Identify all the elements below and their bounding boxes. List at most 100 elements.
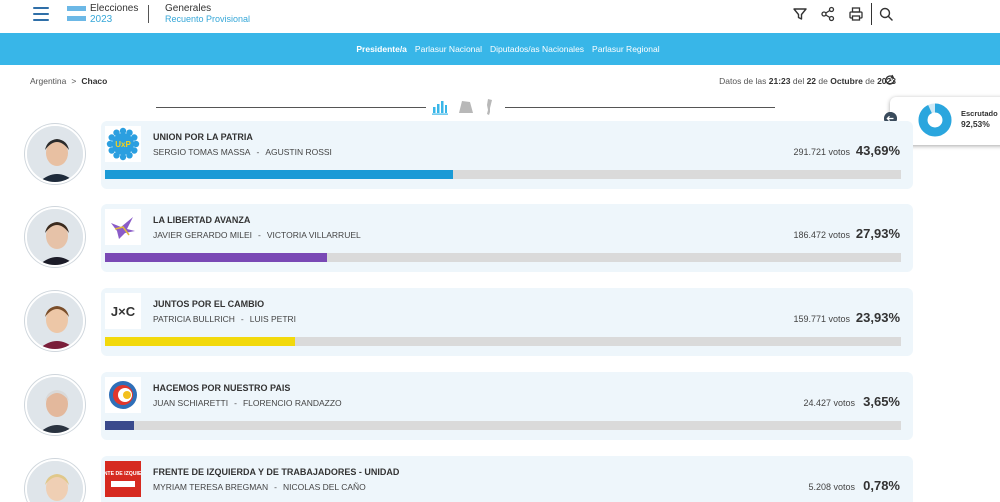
vote-percent: 43,69% [855,143,900,158]
candidate-names: JAVIER GERARDO MILEI - VICTORIA VILLARRUEL [153,230,361,240]
candidate-separator: - [234,398,237,408]
escrutado-donut [918,103,952,137]
progress-fill [105,337,296,346]
toolbar-divider [871,3,872,25]
party-logo [105,209,141,245]
party-name: JUNTOS POR EL CAMBIO [153,299,265,309]
brand[interactable]: Elecciones 2023 [90,4,138,25]
progress-fill [105,170,453,179]
breadcrumb-root[interactable]: Argentina [30,76,66,86]
tab-parlasur-nacional[interactable]: Parlasur Nacional [415,44,482,54]
refresh-icon[interactable] [884,74,896,86]
party-logo [105,377,141,413]
svg-text:FRENTE DE IZQUIERDA: FRENTE DE IZQUIERDA [105,471,141,477]
menu-icon[interactable] [33,7,49,21]
top-bar: Elecciones 2023 Generales Recuento Provi… [0,0,1000,33]
vote-percent: 27,93% [855,226,900,241]
result-card[interactable]: FRENTE DE IZQUIERDA FRENTE DE IZQUIERDA Y… [93,456,913,502]
tab-parlasur-regional[interactable]: Parlasur Regional [592,44,660,54]
candidate-vice: FLORENCIO RANDAZZO [242,398,342,408]
updated-of2: de [865,76,875,86]
divider-right [505,107,775,108]
candidate-photo [25,459,85,502]
candidate-separator: - [240,314,244,324]
candidate-separator: - [274,482,277,492]
party-name: FRENTE DE IZQUIERDA Y DE TRABAJADORES - … [153,467,400,477]
scope-title: Generales [165,3,212,14]
candidate-names: JUAN SCHIARETTI - FLORENCIO RANDAZZO [153,398,342,408]
vote-percent: 23,93% [855,310,900,325]
filter-icon[interactable] [792,6,808,22]
vote-count: 186.472 votos [793,230,850,240]
vote-count: 24.427 votos [803,398,855,408]
candidate-president: SERGIO TOMAS MASSA [153,147,251,157]
candidate-photo [25,207,85,267]
scope-subtitle: Recuento Provisional [165,14,251,24]
share-icon[interactable] [820,6,836,22]
candidate-photo [25,124,85,184]
candidate-president: JUAN SCHIARETTI [153,398,229,408]
progress-fill [105,421,135,430]
result-card[interactable]: HACEMOS POR NUESTRO PAIS JUAN SCHIARETTI -… [101,372,913,440]
tab-diputados-nacionales[interactable]: Diputados/as Nacionales [490,44,584,54]
candidate-president: PATRICIA BULLRICH [153,314,235,324]
candidate-names: PATRICIA BULLRICH - LUIS PETRI [153,314,296,324]
brand-year: 2023 [90,14,113,25]
province-map-view-icon[interactable] [458,99,474,115]
breadcrumb-separator: > [71,76,77,86]
vote-count: 159.771 votos [793,314,850,324]
party-logo: UxP [105,126,141,162]
category-nav: Presidente/a Parlasur Nacional Diputados… [0,33,1000,65]
svg-text:J×C: J×C [111,304,136,319]
candidate-photo [25,291,85,351]
progress-track [105,170,901,179]
vote-percent: 0,78% [863,478,900,493]
vote-count: 291.721 votos [793,147,850,157]
party-name: UNION POR LA PATRIA [153,132,253,142]
vote-percent: 3,65% [863,394,900,409]
updated-prefix: Datos de las [719,76,767,86]
candidate-vice: LUIS PETRI [249,314,297,324]
candidate-president: JAVIER GERARDO MILEI [153,230,253,240]
candidate-vice: VICTORIA VILLARRUEL [266,230,361,240]
progress-track [105,253,901,262]
candidate-vice: AGUSTIN ROSSI [265,147,332,157]
breadcrumb-current: Chaco [81,76,108,86]
brand-title: Elecciones [90,3,139,14]
search-icon[interactable] [878,6,894,22]
progress-track [105,337,901,346]
candidate-photo [25,375,85,435]
candidate-names: SERGIO TOMAS MASSA - AGUSTIN ROSSI [153,147,332,157]
progress-fill [105,253,328,262]
result-card[interactable]: J×C JUNTOS POR EL CAMBIO PATRICIA BULLRICH… [101,288,913,356]
argentina-flag-logo [67,6,86,21]
updated-of: de [818,76,828,86]
party-name: HACEMOS POR NUESTRO PAIS [153,383,291,393]
party-logo: FRENTE DE IZQUIERDA [93,461,153,497]
party-logo: J×C [105,293,141,329]
candidate-names: MYRIAM TERESA BREGMAN - NICOLAS DEL CAÑO [153,482,366,492]
bar-chart-view-icon[interactable] [432,99,448,115]
tab-presidente[interactable]: Presidente/a [356,44,407,54]
svg-text:UxP: UxP [115,140,131,149]
progress-track [105,421,901,430]
updated-time: 21:23 [768,76,791,86]
vote-count: 5.208 votos [808,482,855,492]
divider [148,5,149,23]
election-scope: Generales Recuento Provisional [165,4,250,24]
print-icon[interactable] [848,6,864,22]
divider-left [156,107,426,108]
candidate-president: MYRIAM TERESA BREGMAN [153,482,269,492]
country-map-view-icon[interactable] [482,99,498,115]
candidate-separator: - [256,147,260,157]
breadcrumb: Argentina > Chaco [30,76,107,86]
updated-day: 22 [806,76,817,86]
party-name: LA LIBERTAD AVANZA [153,215,251,225]
result-card[interactable]: UxP UNION POR LA PATRIA SERGIO TOMAS MASSA… [101,121,913,189]
escrutado-value: 92,53% [961,119,990,129]
candidate-separator: - [258,230,261,240]
candidate-vice: NICOLAS DEL CAÑO [282,482,366,492]
updated-month: Octubre [830,76,863,86]
result-card[interactable]: LA LIBERTAD AVANZA JAVIER GERARDO MILEI - V… [101,204,913,272]
escrutado-label: Escrutado [961,109,998,118]
